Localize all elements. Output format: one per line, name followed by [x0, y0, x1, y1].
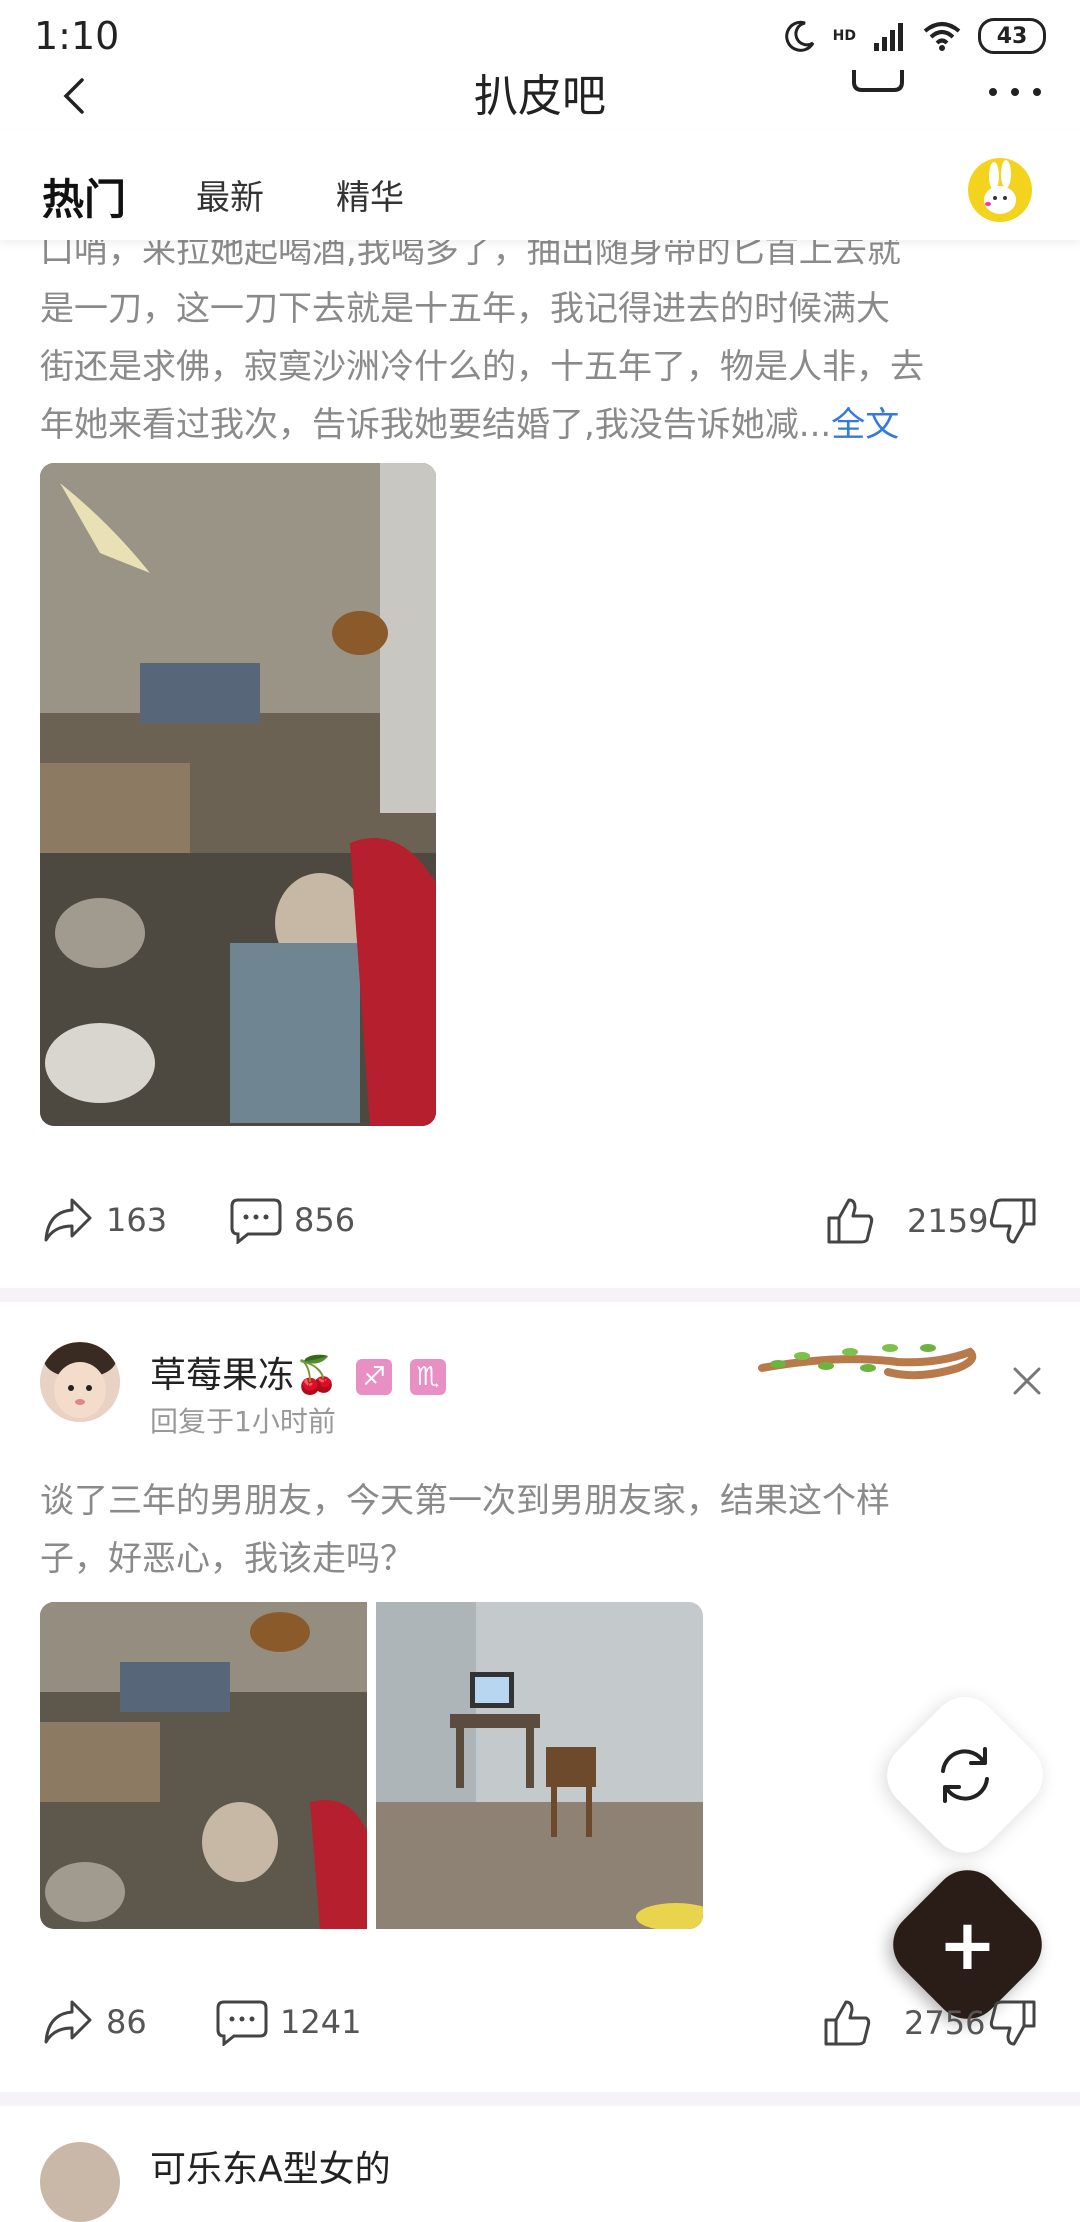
share-icon	[44, 1198, 92, 1242]
dislike-button[interactable]	[988, 1998, 1038, 2048]
comment-count: 856	[294, 1201, 356, 1239]
tab-bar: 热门 最新 精华	[0, 130, 1080, 240]
post1-text-line: 是一刀，这一刀下去就是十五年，我记得进去的时候满大	[40, 289, 890, 329]
like-button[interactable]: 2756	[822, 1998, 985, 2048]
like-count: 2159	[907, 1202, 989, 1240]
tab-featured[interactable]: 精华	[336, 170, 404, 219]
more-icon[interactable]	[985, 70, 1045, 120]
post-divider	[0, 1288, 1080, 1302]
post-divider	[0, 2092, 1080, 2106]
refresh-button[interactable]	[873, 1683, 1057, 1867]
comment-button[interactable]: 1241	[216, 1998, 361, 2046]
bunny-icon	[984, 160, 1016, 214]
plus-icon: +	[938, 1903, 997, 1986]
child-face-image	[40, 1342, 120, 1422]
bare-room-image	[376, 1602, 703, 1929]
post2-text-line: 谈了三年的男朋友，今天第一次到男朋友家，结果这个样	[40, 1481, 890, 1521]
hd-label: HD	[832, 28, 856, 44]
share-button[interactable]: 163	[42, 1196, 167, 1244]
comment-button[interactable]: 856	[230, 1196, 355, 1244]
messy-room-image	[40, 1602, 367, 1929]
post1-text: 口哨，来拉她起喝酒,我喝多了，抽出随身带的匕首上去就 是一刀，这一刀下去就是十五…	[40, 222, 1040, 454]
title-bar: 扒皮吧	[0, 60, 1080, 130]
reply-time: 回复于1小时前	[150, 1405, 336, 1438]
battery-indicator: 43	[978, 18, 1046, 54]
sagittarius-badge: ♐	[356, 1359, 393, 1395]
scorpio-badge: ♏	[409, 1359, 446, 1395]
comment-count: 1241	[280, 2003, 362, 2041]
post1-photo[interactable]	[40, 463, 436, 1126]
status-time: 1:10	[34, 14, 120, 58]
status-bar: 1:10 HD 43	[0, 0, 1080, 70]
signal-icon	[874, 23, 903, 51]
share-count: 163	[106, 1201, 168, 1239]
share-button[interactable]: 86	[42, 1998, 147, 2046]
messy-room-image	[40, 463, 436, 1126]
dislike-button[interactable]	[988, 1196, 1038, 1246]
refresh-icon	[941, 1747, 989, 1803]
post1-text-line: 年她来看过我次，告诉我她要结婚了,我没告诉她减...全文	[40, 396, 1040, 454]
like-count: 2756	[904, 2004, 986, 2042]
share-icon	[44, 2000, 92, 2044]
wifi-icon	[923, 22, 961, 51]
message-icon[interactable]	[848, 68, 908, 118]
thumbs-down-icon	[989, 1198, 1036, 1244]
post1-text-line: 街还是求佛，寂寞沙洲冷什么的，十五年了，物是人非，去	[40, 347, 924, 387]
user-avatar[interactable]	[40, 1342, 120, 1422]
next-user-avatar[interactable]	[40, 2142, 120, 2222]
close-icon[interactable]	[1010, 1364, 1044, 1398]
thumbs-up-icon	[824, 2000, 871, 2046]
status-icons: HD 43	[783, 14, 1046, 58]
post2-action-row: 86 1241 2756	[0, 1998, 1080, 2068]
tab-latest[interactable]: 最新	[196, 170, 264, 219]
like-button[interactable]: 2159	[825, 1196, 988, 1246]
post2-photo-2[interactable]	[376, 1602, 703, 1929]
post1-text-last: 年她来看过我次，告诉我她要结婚了,我没告诉她减...	[40, 405, 832, 445]
username-text: 草莓果冻🍒	[150, 1355, 339, 1396]
thumbs-up-icon	[827, 1198, 874, 1244]
moon-icon	[784, 20, 814, 52]
forum-avatar[interactable]	[968, 158, 1032, 222]
comment-icon	[216, 2000, 268, 2046]
post2-photo-1[interactable]	[40, 1602, 367, 1929]
branch-decoration	[758, 1344, 977, 1380]
post2-text-line: 子，好恶心，我该走吗？	[40, 1539, 414, 1579]
thumbs-down-icon	[989, 2000, 1036, 2046]
post2-text: 谈了三年的男朋友，今天第一次到男朋友家，结果这个样 子，好恶心，我该走吗？	[40, 1472, 1040, 1588]
tab-hot[interactable]: 热门	[42, 166, 126, 227]
comment-icon	[230, 1198, 282, 1244]
full-text-link[interactable]: 全文	[831, 405, 899, 445]
next-post-username[interactable]: 可乐东A型女的	[150, 2140, 391, 2192]
share-count: 86	[106, 2003, 147, 2041]
post1-action-row: 163 856 2159	[0, 1196, 1080, 1266]
username[interactable]: 草莓果冻🍒 ♐ ♏	[150, 1346, 446, 1398]
